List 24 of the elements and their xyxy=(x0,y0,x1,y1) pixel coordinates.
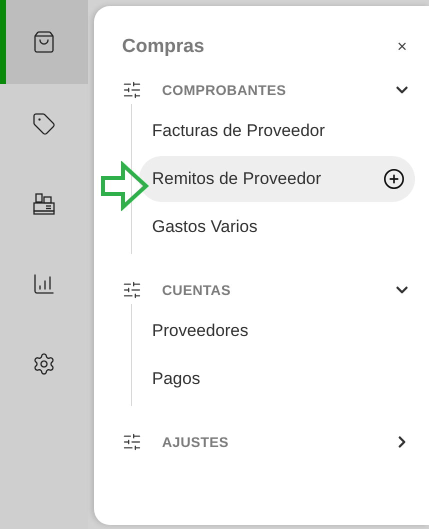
add-icon[interactable] xyxy=(383,168,405,190)
section-label: AJUSTES xyxy=(162,434,230,450)
arrow-icon xyxy=(100,161,150,211)
cash-register-icon xyxy=(32,192,56,216)
sliders-icon xyxy=(122,80,142,100)
menu-item[interactable]: Pagos xyxy=(139,356,415,402)
settings-icon xyxy=(32,352,56,376)
menu-item[interactable]: Remitos de Proveedor xyxy=(139,156,415,202)
section-header[interactable]: AJUSTES xyxy=(122,428,415,456)
panel-title: Compras xyxy=(122,36,204,58)
sidebar-item[interactable] xyxy=(0,0,88,84)
section-header[interactable]: CUENTAS xyxy=(122,276,415,304)
menu-item[interactable]: Facturas de Proveedor xyxy=(139,108,415,154)
close-button[interactable]: × xyxy=(395,37,409,57)
section-header[interactable]: COMPROBANTES xyxy=(122,76,415,104)
tag-icon xyxy=(32,112,56,136)
bar-chart-icon xyxy=(32,272,56,296)
menu-item[interactable]: Gastos Varios xyxy=(139,204,415,250)
sliders-icon xyxy=(122,432,142,452)
sliders-icon xyxy=(122,280,142,300)
section-label: CUENTAS xyxy=(162,282,232,298)
section-label: COMPROBANTES xyxy=(162,82,288,98)
menu-item[interactable]: Proveedores xyxy=(139,308,415,354)
shopping-bag-icon xyxy=(32,30,56,54)
